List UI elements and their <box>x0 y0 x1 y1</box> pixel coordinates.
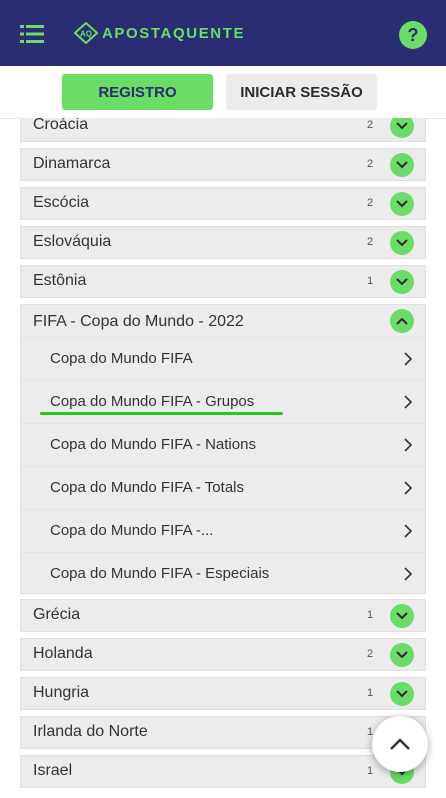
chevron-down-icon <box>396 122 408 130</box>
country-row[interactable]: Hungria 1 <box>20 677 426 710</box>
help-button[interactable]: ? <box>399 21 427 49</box>
chevron-down-icon <box>396 200 408 208</box>
expand-button[interactable] <box>390 231 414 255</box>
chevron-right-icon <box>404 438 413 452</box>
country-label: Croácia <box>33 118 89 133</box>
expanded-competition-group: FIFA - Copa do Mundo - 2022 Copa do Mund… <box>20 304 426 594</box>
event-count: 1 <box>367 765 374 777</box>
country-label: Estônia <box>33 272 87 289</box>
event-count: 1 <box>367 275 374 287</box>
event-count: 1 <box>367 687 374 699</box>
chevron-right-icon <box>404 481 413 495</box>
event-count: 2 <box>367 236 374 248</box>
expand-button[interactable] <box>390 604 414 628</box>
chevron-down-icon <box>396 651 408 659</box>
country-row[interactable]: Irlanda do Norte 1 <box>20 716 426 749</box>
country-label: Eslováquia <box>33 233 112 250</box>
country-row[interactable]: Estônia 1 <box>20 265 426 298</box>
country-label: Hungria <box>33 684 90 701</box>
country-row[interactable]: Eslováquia 2 <box>20 226 426 259</box>
event-count: 2 <box>367 119 374 131</box>
subcompetition-item[interactable]: Copa do Mundo FIFA - Nations <box>21 423 425 466</box>
chevron-down-icon <box>396 278 408 286</box>
country-label: Escócia <box>33 194 90 211</box>
chevron-down-icon <box>396 690 408 698</box>
country-row[interactable]: Grécia 1 <box>20 599 426 632</box>
subcompetition-item[interactable]: Copa do Mundo FIFA - Especiais <box>21 552 425 595</box>
subcompetition-item[interactable]: Copa do Mundo FIFA - Totals <box>21 466 425 509</box>
country-label: Holanda <box>33 645 93 662</box>
event-count: 2 <box>367 648 374 660</box>
auth-bar: REGISTRO INICIAR SESSÃO <box>0 66 446 119</box>
event-count: 1 <box>367 609 374 621</box>
expand-button[interactable] <box>390 192 414 216</box>
top-header: AQ APOSTAQUENTE ? <box>0 0 446 66</box>
country-label: Israel <box>33 762 73 779</box>
scroll-to-top-button[interactable] <box>372 716 428 772</box>
help-icon: ? <box>407 24 419 45</box>
logo-text: APOSTAQUENTE <box>102 24 246 42</box>
subcompetition-item[interactable]: Copa do Mundo FIFA -... <box>21 509 425 552</box>
country-row[interactable]: Israel 1 <box>20 755 426 788</box>
subcompetition-item[interactable]: Copa do Mundo FIFA <box>21 337 425 380</box>
subcompetition-item[interactable]: Copa do Mundo FIFA - Grupos <box>21 380 425 423</box>
event-count: 2 <box>367 197 374 209</box>
chevron-right-icon <box>404 567 413 581</box>
chevron-up-icon <box>396 317 408 325</box>
expand-button[interactable] <box>390 118 414 138</box>
brand-logo[interactable]: AQ APOSTAQUENTE <box>74 22 245 44</box>
country-row[interactable]: Dinamarca 2 <box>20 148 426 181</box>
subcompetition-label: Copa do Mundo FIFA <box>50 350 193 367</box>
subcompetition-label: Copa do Mundo FIFA - Totals <box>50 479 244 496</box>
country-label: Dinamarca <box>33 155 111 172</box>
expand-button[interactable] <box>390 270 414 294</box>
country-label: Grécia <box>33 606 81 623</box>
chevron-down-icon <box>396 612 408 620</box>
country-label: Irlanda do Norte <box>33 723 148 740</box>
subcompetition-label: Copa do Mundo FIFA - Nations <box>50 436 256 453</box>
svg-text:AQ: AQ <box>80 30 92 39</box>
login-button[interactable]: INICIAR SESSÃO <box>226 74 377 110</box>
chevron-right-icon <box>404 395 413 409</box>
logo-mark-icon: AQ <box>74 22 98 44</box>
chevron-up-icon <box>390 738 410 750</box>
register-button[interactable]: REGISTRO <box>62 74 213 110</box>
subcompetition-label: Copa do Mundo FIFA - Grupos <box>50 393 255 410</box>
hamburger-menu-icon[interactable] <box>20 24 44 44</box>
selection-underline <box>40 412 283 415</box>
chevron-down-icon <box>396 161 408 169</box>
chevron-right-icon <box>404 352 413 366</box>
chevron-down-icon <box>396 239 408 247</box>
event-count: 2 <box>367 158 374 170</box>
country-row[interactable]: Holanda 2 <box>20 638 426 671</box>
subcompetition-label: Copa do Mundo FIFA - Especiais <box>50 565 270 582</box>
chevron-right-icon <box>404 524 413 538</box>
country-row[interactable]: Croácia 2 <box>20 118 426 142</box>
country-row[interactable]: Escócia 2 <box>20 187 426 220</box>
expand-button[interactable] <box>390 153 414 177</box>
expand-button[interactable] <box>390 682 414 706</box>
expand-button[interactable] <box>390 643 414 667</box>
competition-title[interactable]: FIFA - Copa do Mundo - 2022 <box>33 313 244 331</box>
subcompetition-label: Copa do Mundo FIFA -... <box>50 522 214 539</box>
collapse-button[interactable] <box>390 309 414 333</box>
country-list: Croácia 2 Dinamarca 2 Escócia 2 Eslováqu… <box>0 118 446 798</box>
